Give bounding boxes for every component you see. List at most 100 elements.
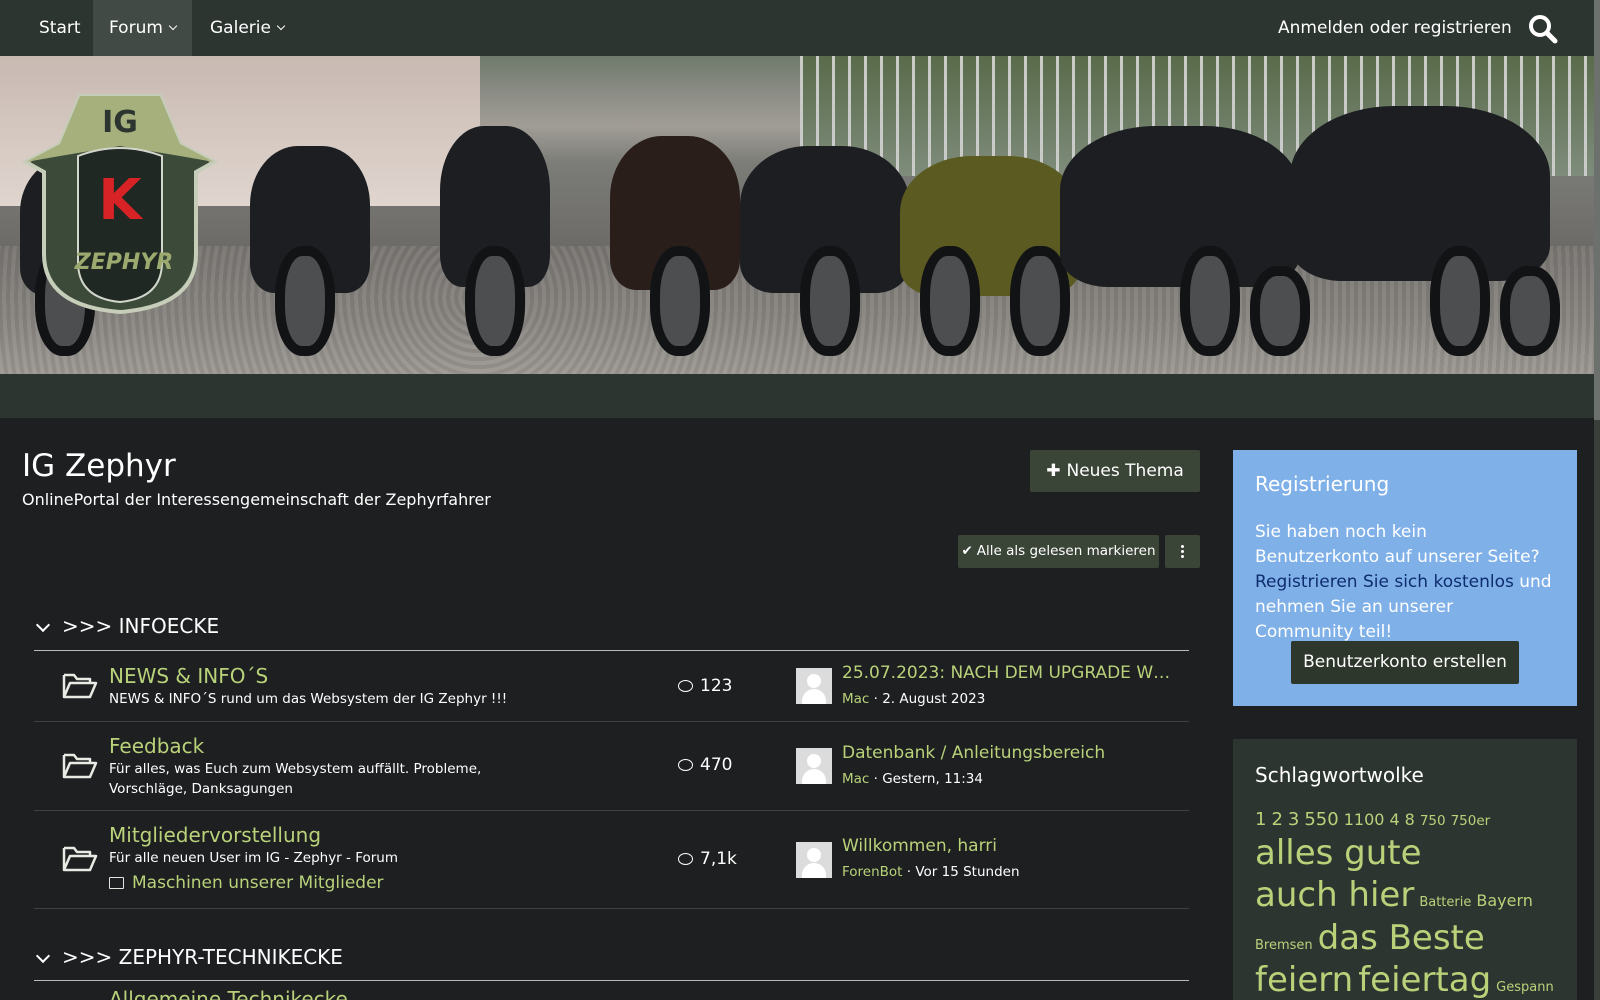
registration-text-before: Sie haben noch kein Benutzerkonto auf un… [1255,522,1540,567]
banner-bottom-strip [0,374,1594,418]
folder-open-icon [62,753,98,779]
registration-text: Sie haben noch kein Benutzerkonto auf un… [1255,520,1555,645]
last-post-user-link[interactable]: Mac [842,691,869,707]
category-header-infoecke[interactable]: >>> INFOECKE [34,614,1189,644]
register-free-link[interactable]: Registrieren Sie sich kostenlos [1255,572,1514,592]
subforum-link[interactable]: Maschinen unserer Mitglieder [109,873,384,893]
tag-link[interactable]: Gespann [1496,980,1554,996]
tag-link[interactable]: 8 [1405,810,1415,830]
more-options-button[interactable] [1165,535,1200,568]
post-count: 7,1k [678,849,737,869]
board-row-mitgliedervorstellung: Mitgliedervorstellung Für alle neuen Use… [34,811,1189,908]
chevron-down-icon[interactable] [35,948,51,964]
subforum-label: Maschinen unserer Mitglieder [132,873,384,893]
mark-read-label: Alle als gelesen markieren [976,543,1156,559]
tag-link[interactable]: Bremsen [1255,938,1313,954]
dot [1181,555,1184,558]
tag-link[interactable]: 550 [1304,809,1338,832]
last-post-link[interactable]: Datenbank / Anleitungsbereich [842,743,1172,763]
tag-link[interactable]: feiertag [1358,959,1491,1000]
tag-link[interactable]: 1 [1255,809,1266,832]
svg-text:ZEPHYR: ZEPHYR [74,250,173,275]
avatar[interactable] [796,668,832,704]
banner-motorcycle [1290,106,1560,356]
page-title: IG Zephyr [22,448,176,484]
board-title-link[interactable]: NEWS & INFO´S [109,664,268,688]
login-label: Anmelden oder registrieren [1278,18,1512,38]
nav-label: Galerie [210,18,271,38]
tag-link[interactable]: Bayern [1476,891,1533,911]
folder-open-icon [62,846,98,872]
chevron-down-icon[interactable] [35,617,51,633]
last-post-link[interactable]: 25.07.2023: NACH DEM UPGRADE WIED... [842,663,1172,683]
comment-bubble-icon [678,759,693,771]
login-register-link[interactable]: Anmelden oder registrieren [1262,0,1528,56]
tag-cloud: 1 2 3 550 1100 4 8 750 750er alles guteauch hier B… [1255,809,1565,1000]
banner-motorcycle [900,156,1080,356]
tag-link[interactable]: 3 [1288,809,1299,832]
mark-all-read-button[interactable]: ✔ Alle als gelesen markieren [958,535,1159,568]
board-row-technik: Allgemeine Technikecke [34,981,1189,1000]
svg-text:IG: IG [102,105,138,140]
avatar[interactable] [796,748,832,784]
board-title-link[interactable]: Allgemeine Technikecke [109,987,348,1000]
nav-label: Forum [109,18,163,38]
last-post-user-link[interactable]: Mac [842,771,869,787]
post-count-value: 123 [700,676,733,696]
last-post-meta: Mac · Gestern, 11:34 [842,771,983,787]
create-account-button[interactable]: Benutzerkonto erstellen [1291,641,1519,684]
folder-icon [109,877,124,889]
board-row-feedback: Feedback Für alles, was Euch zum Websyst… [34,722,1189,810]
tag-link[interactable]: feiern [1255,959,1353,1000]
dot [1181,550,1184,553]
chevron-down-icon [276,21,286,31]
scrollbar[interactable] [1594,0,1600,1000]
scrollbar-thumb[interactable] [1594,0,1600,420]
tag-link[interactable]: alles gute [1255,832,1422,875]
nav-label: Start [39,18,81,38]
tag-link[interactable]: 4 [1389,810,1399,830]
comment-bubble-icon [678,853,693,865]
last-post-meta: ForenBot · Vor 15 Stunden [842,864,1020,880]
nav-item-forum[interactable]: Forum [93,0,192,56]
post-count-value: 7,1k [700,849,737,869]
search-icon[interactable] [1528,14,1558,44]
tag-link[interactable]: 1100 [1344,810,1385,830]
registration-box: Registrierung Sie haben noch kein Benutz… [1233,450,1577,706]
dot [1181,545,1184,548]
tag-link[interactable]: 750 [1420,813,1446,830]
post-count: 470 [678,755,732,775]
category-header-technikecke[interactable]: >>> ZEPHYR-TECHNIKECKE [34,945,1189,975]
last-post-time: · Gestern, 11:34 [869,771,983,787]
tag-cloud-title: Schlagwortwolke [1255,763,1424,787]
top-navigation: Start Forum Galerie Anmelden oder regist… [0,0,1600,56]
board-description: Für alle neuen User im IG - Zephyr - For… [109,850,398,866]
banner-motorcycle [740,146,910,356]
svg-text:K: K [98,168,144,233]
category-title: >>> INFOECKE [62,614,220,638]
last-post-link[interactable]: Willkommen, harri [842,836,1172,856]
tag-link[interactable]: auch hier [1255,874,1414,917]
post-count: 123 [678,676,732,696]
board-row-news: NEWS & INFO´S NEWS & INFO´S rund um das … [34,651,1189,721]
header-banner: IG K ZEPHYR [0,56,1594,374]
last-post-time: · 2. August 2023 [869,691,986,707]
tag-link[interactable]: das Beste [1318,917,1485,960]
nav-item-galerie[interactable]: Galerie [194,0,300,56]
board-title-link[interactable]: Mitgliedervorstellung [109,823,321,847]
plus-icon: ✚ [1046,461,1061,481]
nav-item-start[interactable]: Start [23,0,97,56]
registration-title: Registrierung [1255,472,1390,496]
tag-link[interactable]: Batterie [1419,895,1471,911]
board-title-link[interactable]: Feedback [109,734,204,758]
last-post-time: · Vor 15 Stunden [902,864,1020,880]
banner-motorcycle [1060,126,1310,356]
tag-cloud-box: Schlagwortwolke 1 2 3 550 1100 4 8 750 750er alle… [1233,739,1577,1000]
tag-link[interactable]: 750er [1451,813,1491,830]
new-thread-button[interactable]: ✚ Neues Thema [1030,450,1200,492]
avatar[interactable] [796,842,832,878]
row-divider [34,908,1189,909]
last-post-user-link[interactable]: ForenBot [842,864,902,880]
tag-link[interactable]: 2 [1271,809,1282,832]
folder-open-icon [62,673,98,699]
